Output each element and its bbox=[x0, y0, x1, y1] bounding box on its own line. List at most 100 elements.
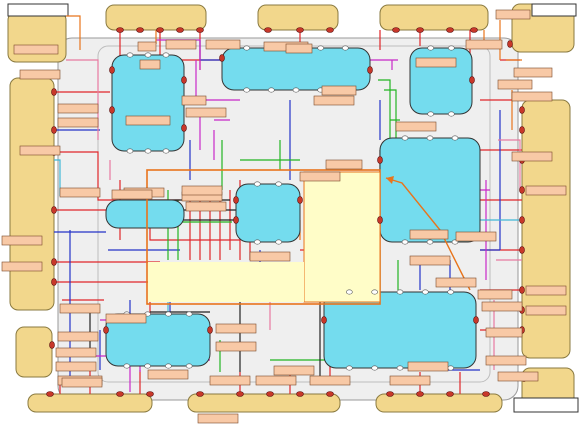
component-pin[interactable] bbox=[185, 311, 193, 317]
net-label[interactable] bbox=[481, 301, 523, 312]
pin-marker[interactable] bbox=[392, 27, 400, 33]
pin-marker[interactable] bbox=[51, 88, 57, 96]
pin-marker[interactable] bbox=[446, 27, 454, 33]
component-pin[interactable] bbox=[396, 289, 404, 295]
net-label[interactable] bbox=[105, 313, 147, 324]
component-pin[interactable] bbox=[451, 135, 459, 141]
net-label[interactable] bbox=[185, 201, 227, 212]
net-label[interactable] bbox=[1, 261, 43, 272]
net-label[interactable] bbox=[495, 9, 531, 20]
component-u1[interactable] bbox=[111, 54, 185, 152]
pin-marker[interactable] bbox=[103, 326, 109, 334]
net-label[interactable] bbox=[57, 331, 99, 342]
net-label[interactable] bbox=[197, 413, 239, 424]
net-label[interactable] bbox=[205, 39, 241, 50]
component-pin[interactable] bbox=[275, 181, 282, 187]
net-label[interactable] bbox=[525, 305, 567, 316]
net-label[interactable] bbox=[165, 39, 197, 50]
net-label[interactable] bbox=[125, 115, 171, 126]
pin-marker[interactable] bbox=[51, 258, 57, 266]
component-pin[interactable] bbox=[448, 111, 455, 117]
component-pin[interactable] bbox=[126, 52, 134, 58]
component-u5[interactable] bbox=[235, 183, 301, 243]
net-label[interactable] bbox=[61, 377, 103, 388]
component-pin[interactable] bbox=[144, 52, 152, 58]
pin-marker[interactable] bbox=[367, 66, 373, 74]
pin-marker[interactable] bbox=[264, 27, 272, 33]
net-label[interactable] bbox=[309, 375, 351, 386]
pin-marker[interactable] bbox=[473, 316, 479, 324]
net-label[interactable] bbox=[285, 43, 313, 54]
pin-marker[interactable] bbox=[416, 27, 424, 33]
tooltip-box[interactable] bbox=[303, 171, 381, 303]
component-pin[interactable] bbox=[123, 363, 131, 369]
pin-marker[interactable] bbox=[296, 27, 304, 33]
component-pin[interactable] bbox=[371, 365, 378, 371]
component-pin[interactable] bbox=[254, 181, 261, 187]
pin-marker[interactable] bbox=[181, 124, 187, 132]
net-label[interactable] bbox=[497, 371, 539, 382]
net-label[interactable] bbox=[181, 185, 223, 196]
net-label[interactable] bbox=[55, 347, 97, 358]
net-label[interactable] bbox=[1, 235, 43, 246]
component-pin[interactable] bbox=[243, 87, 250, 93]
net-label[interactable] bbox=[409, 229, 449, 240]
net-label[interactable] bbox=[525, 185, 567, 196]
net-label[interactable] bbox=[435, 277, 477, 288]
pin-marker[interactable] bbox=[519, 286, 525, 294]
component-pin[interactable] bbox=[268, 87, 275, 93]
pin-marker[interactable] bbox=[109, 106, 115, 114]
pin-marker[interactable] bbox=[321, 316, 327, 324]
pin-marker[interactable] bbox=[266, 391, 274, 397]
net-label[interactable] bbox=[299, 171, 341, 182]
component-pin[interactable] bbox=[162, 148, 170, 154]
net-label[interactable] bbox=[485, 355, 527, 366]
pin-marker[interactable] bbox=[49, 341, 55, 349]
component-u6[interactable] bbox=[379, 137, 481, 243]
connector-left-main[interactable] bbox=[9, 77, 55, 311]
net-label[interactable] bbox=[415, 57, 457, 68]
pin-marker[interactable] bbox=[469, 76, 475, 84]
component-pin[interactable] bbox=[346, 365, 353, 371]
net-label[interactable] bbox=[409, 255, 451, 266]
pin-marker[interactable] bbox=[519, 186, 525, 194]
component-pin[interactable] bbox=[448, 45, 455, 51]
net-label[interactable] bbox=[389, 375, 431, 386]
pin-marker[interactable] bbox=[236, 391, 244, 397]
connector-top-3[interactable] bbox=[379, 4, 489, 31]
net-label[interactable] bbox=[497, 79, 533, 90]
net-label[interactable] bbox=[477, 289, 513, 300]
net-label[interactable] bbox=[209, 375, 251, 386]
component-pin[interactable] bbox=[427, 111, 434, 117]
net-label[interactable] bbox=[273, 365, 315, 376]
connector-top-2[interactable] bbox=[257, 4, 339, 31]
component-u4[interactable] bbox=[105, 199, 185, 229]
net-label[interactable] bbox=[455, 231, 497, 242]
connector-bottom-2[interactable] bbox=[187, 393, 341, 413]
net-label[interactable] bbox=[255, 375, 297, 386]
net-label[interactable] bbox=[147, 369, 189, 380]
net-label[interactable] bbox=[185, 107, 227, 118]
net-label[interactable] bbox=[511, 151, 553, 162]
component-pin[interactable] bbox=[292, 87, 300, 93]
net-label[interactable] bbox=[395, 121, 437, 132]
component-pin[interactable] bbox=[422, 289, 429, 295]
pin-marker[interactable] bbox=[416, 391, 424, 397]
connector-top-1[interactable] bbox=[105, 4, 207, 31]
pin-marker[interactable] bbox=[377, 216, 383, 224]
net-label[interactable] bbox=[139, 59, 161, 70]
component-u2[interactable] bbox=[221, 47, 371, 91]
pin-marker[interactable] bbox=[51, 126, 57, 134]
component-pin[interactable] bbox=[185, 363, 193, 369]
pin-marker[interactable] bbox=[233, 216, 239, 224]
pin-marker[interactable] bbox=[470, 27, 478, 33]
connector-bottom-1[interactable] bbox=[27, 393, 153, 413]
pin-marker[interactable] bbox=[296, 391, 304, 397]
pin-marker[interactable] bbox=[446, 391, 454, 397]
pin-marker[interactable] bbox=[146, 391, 154, 397]
net-label[interactable] bbox=[313, 95, 355, 106]
net-label[interactable] bbox=[249, 251, 291, 262]
net-label[interactable] bbox=[59, 303, 101, 314]
net-label[interactable] bbox=[137, 41, 157, 52]
schematic-canvas[interactable] bbox=[0, 0, 584, 425]
